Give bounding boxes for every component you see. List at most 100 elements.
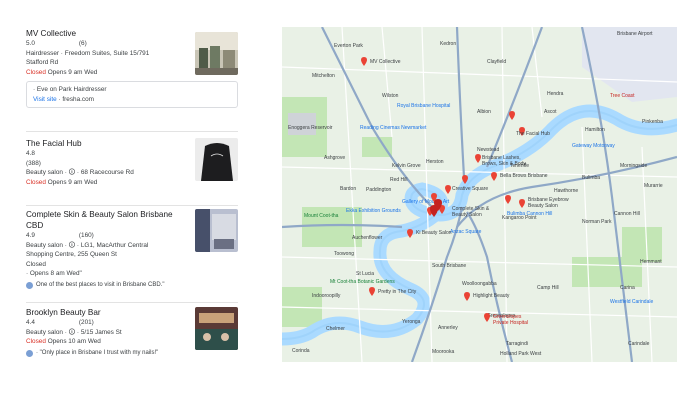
map-view[interactable]: Everton Park Kedron Clayfield Hendra Asc… <box>282 27 677 362</box>
svg-text:Paddington: Paddington <box>366 187 392 193</box>
svg-text:Holland Park West: Holland Park West <box>500 351 542 357</box>
svg-text:Beauty Salon: Beauty Salon <box>452 212 482 218</box>
listing-photo[interactable] <box>195 209 238 252</box>
visit-row: Visit site · fresha.com <box>33 95 231 105</box>
listing-card[interactable]: Brooklyn Beauty Bar 4.4 (201) Beauty sal… <box>26 303 238 369</box>
svg-text:Highlight Beauty: Highlight Beauty <box>473 293 510 299</box>
svg-text:Indooroopilly: Indooroopilly <box>312 293 341 299</box>
listing-photo[interactable] <box>195 307 238 350</box>
visit-host: · fresha.com <box>58 95 94 103</box>
svg-text:Mt Coot-tha Botanic Gardens: Mt Coot-tha Botanic Gardens <box>330 279 395 285</box>
map-canvas[interactable]: Everton Park Kedron Clayfield Hendra Asc… <box>282 27 677 362</box>
svg-text:Yeronga: Yeronga <box>402 319 421 325</box>
listing-title[interactable]: Complete Skin & Beauty Salon Brisbane CB… <box>26 209 186 231</box>
svg-text:Albion: Albion <box>477 109 491 115</box>
svg-text:Bella Brows Brisbane: Bella Brows Brisbane <box>500 173 548 179</box>
svg-text:The Facial Hub: The Facial Hub <box>516 131 550 137</box>
svg-text:Hawthorne: Hawthorne <box>554 188 578 194</box>
svg-text:Corinda: Corinda <box>292 348 310 354</box>
svg-text:Annerley: Annerley <box>438 325 458 331</box>
svg-text:Enoggera Reservoir: Enoggera Reservoir <box>288 125 333 131</box>
review-count: (201) <box>78 319 94 326</box>
svg-text:Moorooka: Moorooka <box>432 349 454 355</box>
svg-text:Kelvin Grove: Kelvin Grove <box>392 163 421 169</box>
svg-text:Red Hill: Red Hill <box>390 177 408 183</box>
svg-text:Kedron: Kedron <box>440 41 456 47</box>
svg-text:Tarragindi: Tarragindi <box>506 341 528 347</box>
listing-photo[interactable] <box>195 138 238 181</box>
sponsored-box[interactable]: · Eve on Park Hairdresser Visit site · f… <box>26 81 238 108</box>
status-badge: Closed <box>26 338 46 345</box>
svg-text:Ascot: Ascot <box>544 109 557 115</box>
rating-value: 4.9 <box>26 232 35 239</box>
svg-text:South Brisbane: South Brisbane <box>432 263 466 269</box>
svg-text:Bulimba Cannon Hill: Bulimba Cannon Hill <box>507 211 552 217</box>
svg-text:MV Collective: MV Collective <box>370 59 401 65</box>
opens-time: · Opens 8 am Wed" <box>26 270 82 277</box>
status-badge: Closed <box>26 68 46 76</box>
svg-text:Reading Cinemas Newmarket: Reading Cinemas Newmarket <box>360 125 427 131</box>
results-list: MV Collective 5.0 (6) Hairdresser · Free… <box>26 28 238 373</box>
svg-text:Hemmant: Hemmant <box>640 259 662 265</box>
review-text: · "Only place in Brisbane I trust with m… <box>36 350 159 356</box>
svg-text:Royal Brisbane Hospital: Royal Brisbane Hospital <box>397 103 450 109</box>
listing-card[interactable]: Complete Skin & Beauty Salon Brisbane CB… <box>26 206 238 303</box>
svg-text:St Lucia: St Lucia <box>356 271 374 277</box>
svg-text:Wilston: Wilston <box>382 93 399 99</box>
rating-value: 5.0 <box>26 40 35 47</box>
svg-text:Carindale: Carindale <box>628 341 650 347</box>
svg-text:Pinkenba: Pinkenba <box>642 119 663 125</box>
svg-text:Hamilton: Hamilton <box>585 127 605 133</box>
svg-text:Auchenflower: Auchenflower <box>352 235 383 241</box>
svg-text:Pretty in The City: Pretty in The City <box>378 289 417 295</box>
svg-text:Newstead: Newstead <box>477 147 499 153</box>
svg-text:Morningside: Morningside <box>620 163 647 169</box>
svg-text:Bardon: Bardon <box>340 186 356 192</box>
svg-text:Woolloongabba: Woolloongabba <box>462 281 497 287</box>
svg-text:Brisbane Airport: Brisbane Airport <box>617 31 653 37</box>
listing-photo[interactable] <box>195 32 238 75</box>
svg-text:Everton Park: Everton Park <box>334 43 363 49</box>
svg-text:Ekka Exhibition Grounds: Ekka Exhibition Grounds <box>346 208 401 214</box>
svg-text:Gateway Motorway: Gateway Motorway <box>572 143 615 149</box>
listing-address: Beauty salon · 🛈 · LG1, MacArthur Centra… <box>26 241 149 259</box>
svg-text:Brows, Skin & Body: Brows, Skin & Body <box>482 161 526 167</box>
svg-text:Chelmer: Chelmer <box>326 326 345 332</box>
svg-text:Westfield Carindale: Westfield Carindale <box>610 299 653 305</box>
review-count: (160) <box>78 232 94 239</box>
svg-text:Gallery of Modern Art: Gallery of Modern Art <box>402 199 450 205</box>
opens-time: Opens 10 am Wed <box>47 338 101 345</box>
reviewer-avatar <box>26 349 33 357</box>
svg-text:Camp Hill: Camp Hill <box>537 285 559 291</box>
svg-text:Ki Beauty Salon: Ki Beauty Salon <box>416 230 452 236</box>
svg-text:Beauty Salon: Beauty Salon <box>528 203 558 209</box>
status-badge: Closed <box>26 260 46 268</box>
svg-text:Ashgrove: Ashgrove <box>324 155 345 161</box>
visit-site-link[interactable]: Visit site <box>33 96 57 103</box>
svg-text:Hendra: Hendra <box>547 91 564 97</box>
review-snippet: One of the best places to visit in Brisb… <box>26 281 238 289</box>
svg-text:Norman Park: Norman Park <box>582 219 612 225</box>
listing-card[interactable]: The Facial Hub 4.8 (388) Beauty salon · … <box>26 132 238 206</box>
review-snippet: · "Only place in Brisbane I trust with m… <box>26 349 238 357</box>
sponsor-name: · Eve on Park Hairdresser <box>33 86 107 93</box>
svg-text:Clayfield: Clayfield <box>487 59 506 65</box>
svg-text:Creative Square: Creative Square <box>452 186 488 192</box>
status-badge: Closed <box>26 178 46 186</box>
svg-text:Murarrie: Murarrie <box>644 183 663 189</box>
opens-time: Opens 9 am Wed <box>47 178 98 186</box>
listing-card[interactable]: MV Collective 5.0 (6) Hairdresser · Free… <box>26 28 238 132</box>
svg-text:Anzac Square: Anzac Square <box>450 229 482 235</box>
svg-text:Cannon Hill: Cannon Hill <box>614 211 640 217</box>
svg-text:Mount Coot-tha: Mount Coot-tha <box>304 213 339 219</box>
svg-text:Bulimba: Bulimba <box>582 175 600 181</box>
svg-text:Toowong: Toowong <box>334 251 354 257</box>
svg-text:Herston: Herston <box>426 159 444 165</box>
svg-text:Tree Coast: Tree Coast <box>610 93 635 99</box>
svg-text:Carina: Carina <box>620 285 635 291</box>
reviewer-avatar <box>26 281 33 289</box>
rating-value: 4.4 <box>26 319 35 326</box>
review-text: One of the best places to visit in Brisb… <box>36 282 165 288</box>
svg-text:Mitchelton: Mitchelton <box>312 73 335 79</box>
svg-text:Private Hospital: Private Hospital <box>493 320 528 326</box>
